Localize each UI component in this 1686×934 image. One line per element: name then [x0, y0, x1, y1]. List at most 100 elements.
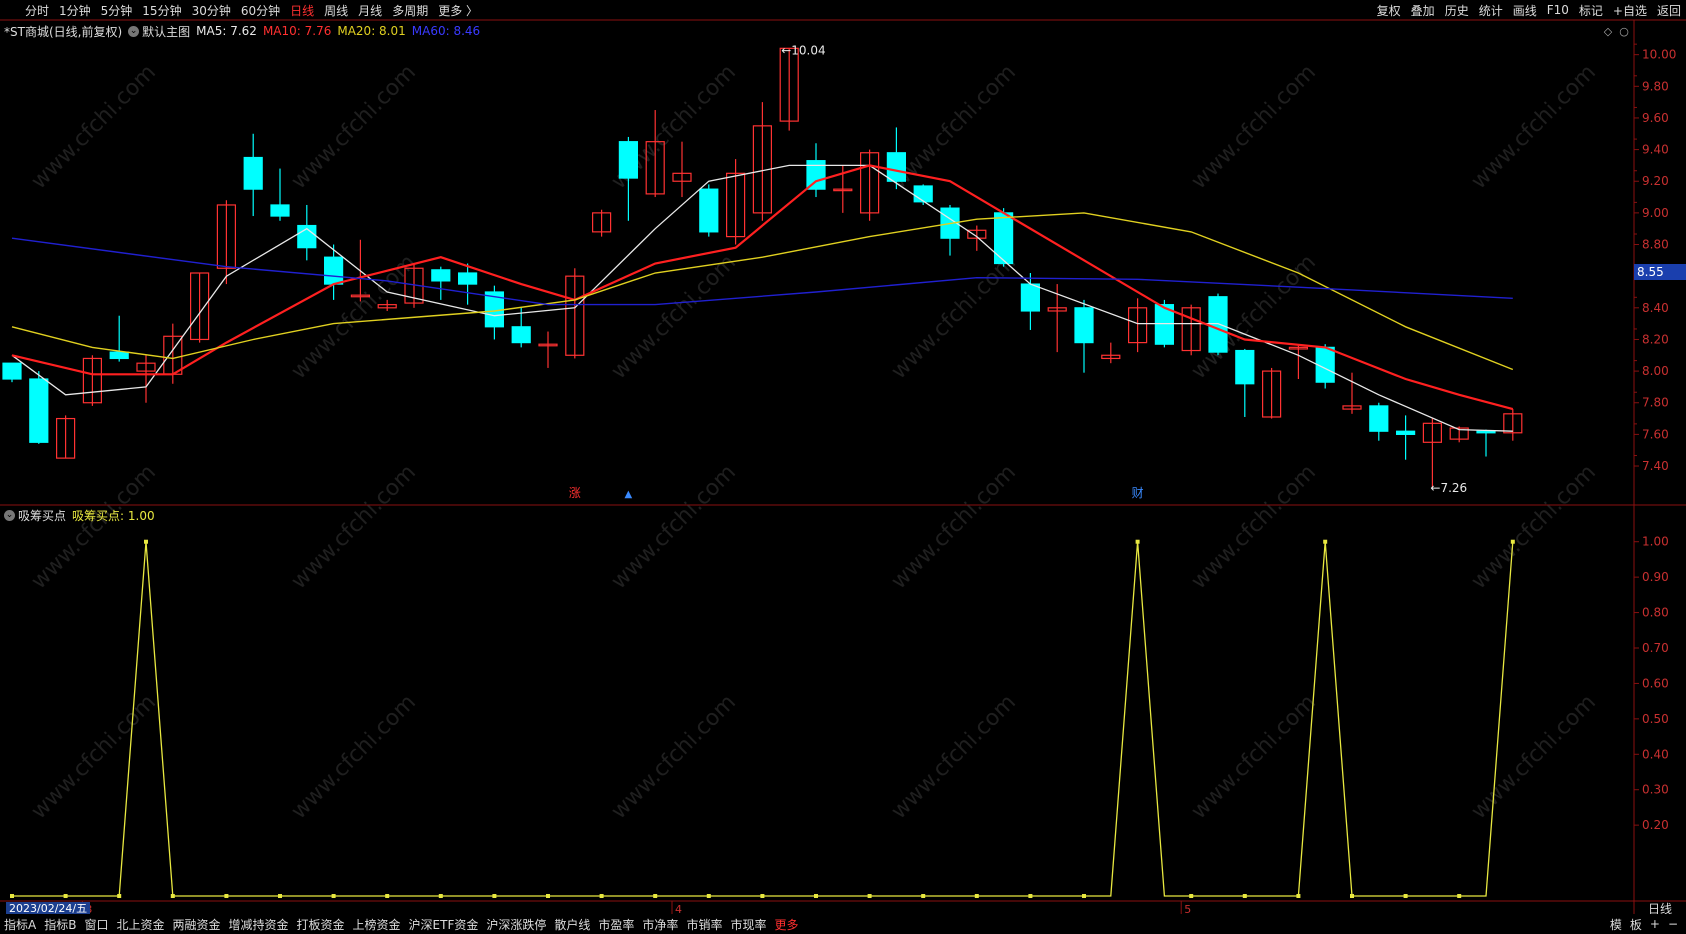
panel-control-button[interactable]: − — [1664, 917, 1682, 931]
indicator-tab[interactable]: 北上资金 — [112, 916, 168, 933]
candle-body — [699, 188, 719, 233]
candle-body — [1074, 307, 1094, 344]
ma5-value: MA5: 7.62 — [196, 24, 257, 38]
candle-body — [913, 185, 933, 203]
candle-body — [109, 351, 129, 360]
latest-price-tag: 8.55 — [1634, 264, 1686, 280]
y-axis-tick-label: 7.40 — [1642, 459, 1669, 473]
indicator-tab[interactable]: 市现率 — [726, 916, 770, 933]
watermark-text: www.cfchi.com — [287, 250, 421, 384]
template-name[interactable]: 默认主图 — [142, 23, 190, 40]
watermark-text: www.cfchi.com — [607, 460, 741, 594]
panel-control-button[interactable]: 板 — [1626, 916, 1646, 933]
indicator-point — [760, 894, 765, 898]
watermark-text: www.cfchi.com — [27, 460, 161, 594]
candle-body — [1208, 296, 1228, 353]
watermark-text: www.cfchi.com — [287, 460, 421, 594]
indicator-point — [706, 894, 711, 898]
candle-body — [1369, 405, 1389, 432]
indicator-tab[interactable]: 散户线 — [550, 916, 594, 933]
watermark-text: www.cfchi.com — [27, 60, 161, 194]
panel-control-button[interactable]: 模 — [1606, 916, 1626, 933]
watermark-text: www.cfchi.com — [287, 60, 421, 194]
indicator-tab[interactable]: 上榜资金 — [349, 916, 405, 933]
indicator-y-tick-label: 0.50 — [1642, 712, 1669, 726]
indicator-point — [1457, 894, 1462, 898]
indicator-value: 吸筹买点: 1.00 — [72, 508, 155, 523]
candle-body — [324, 256, 344, 285]
y-axis-tick-label: 9.60 — [1642, 111, 1669, 125]
indicator-point — [1296, 894, 1301, 898]
chart-canvas[interactable]: www.cfchi.com www.cfchi.com www.cfchi.com w… — [0, 0, 1686, 934]
main-chart-header: *ST商城(日线,前复权) ⌄ 默认主图 MA5: 7.62 MA10: 7.7… — [4, 22, 486, 40]
ma60-value: MA60: 8.46 — [411, 24, 481, 38]
indicator-y-tick-label: 0.80 — [1642, 606, 1669, 620]
y-axis-tick-label: 8.80 — [1642, 238, 1669, 252]
indicator-point — [10, 894, 14, 898]
indicator-point — [1323, 539, 1328, 544]
y-axis-tick-label: 8.40 — [1642, 301, 1669, 315]
high-price-label: ←10.04 — [781, 43, 825, 57]
watermark-text: www.cfchi.com — [1467, 60, 1601, 194]
y-axis-tick-label: 8.20 — [1642, 332, 1669, 346]
indicator-name[interactable]: 吸筹买点 — [18, 507, 66, 524]
event-marker: ▲ — [625, 489, 633, 500]
indicator-tab[interactable]: 打板资金 — [293, 916, 349, 933]
watermark-text: www.cfchi.com — [887, 60, 1021, 194]
indicator-tab[interactable]: 沪深涨跌停 — [482, 916, 550, 933]
stock-title: *ST商城(日线,前复权) — [4, 24, 123, 39]
indicator-point — [1082, 894, 1086, 898]
indicator-point — [814, 894, 818, 898]
indicator-tab[interactable]: 指标B — [40, 916, 80, 933]
watermark-text: www.cfchi.com — [27, 690, 161, 824]
y-axis-tick-label: 9.40 — [1642, 143, 1669, 157]
indicator-point — [599, 894, 604, 898]
watermark-text: www.cfchi.com — [887, 250, 1021, 384]
candle-body — [618, 141, 639, 179]
indicator-point — [492, 894, 497, 898]
y-axis-tick-label: 9.80 — [1642, 79, 1669, 93]
indicator-tab[interactable]: 指标A — [0, 916, 40, 933]
indicator-y-tick-label: 0.40 — [1642, 747, 1669, 761]
watermark-text: www.cfchi.com — [1187, 460, 1321, 594]
candle-body — [270, 204, 290, 217]
y-axis-tick-label: 10.00 — [1642, 48, 1676, 62]
indicator-tab[interactable]: 增减持资金 — [225, 916, 293, 933]
indicator-point — [63, 894, 68, 898]
indicator-tab[interactable]: 更多 — [770, 916, 802, 933]
indicator-point — [653, 894, 658, 898]
y-axis-tick-label: 8.00 — [1642, 364, 1669, 378]
candle-body — [29, 378, 49, 443]
indicator-y-tick-label: 0.90 — [1642, 570, 1669, 584]
candle-body — [1476, 430, 1496, 434]
indicator-point — [224, 894, 229, 898]
diamond-icon: ◇ — [1604, 25, 1613, 38]
indicator-tab[interactable]: 市盈率 — [594, 916, 638, 933]
candle-body — [1020, 283, 1041, 312]
watermark-text: www.cfchi.com — [607, 690, 741, 824]
y-axis-tick-label: 9.20 — [1642, 174, 1669, 188]
indicator-chevron-icon[interactable]: ⌄ — [4, 509, 15, 521]
candle-body — [1235, 349, 1255, 385]
indicator-point — [1510, 539, 1515, 544]
indicator-y-tick-label: 1.00 — [1642, 535, 1669, 549]
candle-body — [993, 212, 1014, 265]
template-chevron-icon[interactable]: ⌄ — [128, 25, 140, 37]
indicator-tab[interactable]: 两融资金 — [168, 916, 224, 933]
indicator-point — [974, 894, 979, 898]
indicator-y-tick-label: 0.20 — [1642, 818, 1669, 832]
indicator-point — [144, 539, 148, 544]
indicator-tab[interactable]: 窗口 — [80, 916, 112, 933]
candle-body — [243, 156, 263, 190]
indicator-point — [546, 894, 550, 898]
indicator-tab[interactable]: 沪深ETF资金 — [405, 916, 483, 933]
watermark-text: www.cfchi.com — [1187, 60, 1321, 194]
low-price-label: ←7.26 — [1430, 481, 1467, 495]
indicator-tab[interactable]: 市净率 — [638, 916, 682, 933]
candle-body — [886, 152, 907, 182]
event-marker: 涨 — [569, 485, 581, 500]
indicator-point — [170, 894, 175, 898]
panel-control-button[interactable]: + — [1646, 917, 1664, 931]
watermark-text: www.cfchi.com — [887, 690, 1021, 824]
indicator-tab[interactable]: 市销率 — [682, 916, 726, 933]
